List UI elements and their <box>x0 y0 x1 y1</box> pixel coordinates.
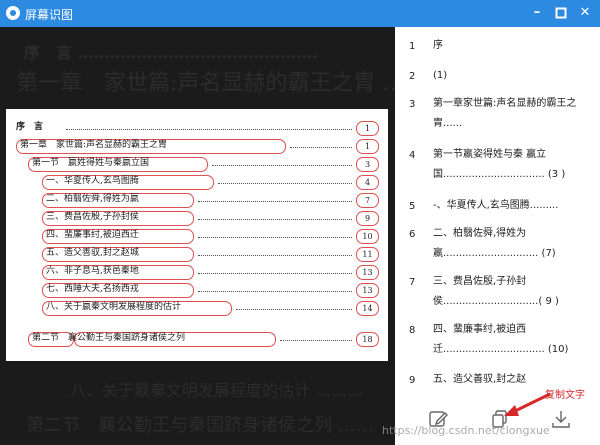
doc-row: 三、费昌佐殷,子孙封侯 9 <box>6 210 388 227</box>
result-number: 6 <box>409 229 416 240</box>
row-page: 7 <box>356 193 379 208</box>
doc-row: 八、关于嬴秦文明发展程度的估计 14 <box>6 300 388 317</box>
row-label: 三、费昌佐殷,子孙封侯 <box>46 212 139 222</box>
result-text: 第一章家世篇:声名显赫的霸王之胄...... <box>433 98 577 129</box>
row-page: 4 <box>356 175 379 190</box>
leader-dots <box>66 129 352 130</box>
result-number: 4 <box>409 150 416 161</box>
doc-row: 七、西陲大夫,名扬西戎 13 <box>6 282 388 299</box>
result-text: 二、柏翳佐舜,得姓为嬴.............................… <box>433 228 556 259</box>
bg-text-preface: 序 言 ……………………………………… <box>24 43 318 62</box>
result-text: 序 <box>433 40 443 51</box>
row-label: 一、华夏传人,玄鸟图腾 <box>46 176 139 186</box>
result-number: 3 <box>409 99 416 110</box>
row-page: 1 <box>356 139 379 154</box>
result-number: 1 <box>409 41 416 52</box>
leader-dots <box>236 309 352 310</box>
row-label: 六、非子息马,获邑秦地 <box>46 266 139 276</box>
row-label: 七、西陲大夫,名扬西戎 <box>46 284 139 294</box>
doc-row: 第一节 嬴姓得姓与秦嬴立国 3 <box>6 156 388 173</box>
doc-row: 一、华夏传人,玄鸟图腾 4 <box>6 174 388 191</box>
row-label: 五、造父善驭,封之赵城 <box>46 248 139 258</box>
row-label: 第一节 嬴姓得姓与秦嬴立国 <box>32 158 150 168</box>
result-text: -、华夏传人,玄鸟图腾......... <box>433 200 559 211</box>
window-title: 屏幕识图 <box>25 8 74 22</box>
row-page: 13 <box>356 265 379 280</box>
result-number: 7 <box>409 277 416 288</box>
leader-dots <box>198 201 352 202</box>
leader-dots <box>198 255 352 256</box>
doc-row: 五、造父善驭,封之赵城 11 <box>6 246 388 263</box>
result-text: 四、蜚廉事纣,被迫西迁.............................… <box>433 324 569 355</box>
minimize-icon[interactable]: – <box>527 3 547 23</box>
doc-row: 第二节 襄公勤王与秦国跻身诸侯之列 18 <box>6 331 388 348</box>
row-page: 13 <box>356 283 379 298</box>
leader-dots <box>290 147 352 148</box>
annotation-arrow-icon <box>504 392 551 416</box>
row-page: 3 <box>356 157 379 172</box>
doc-row: 二、柏翳佐舜,得姓为嬴 7 <box>6 192 388 209</box>
result-number: 2 <box>409 71 416 82</box>
result-panel: 1 序 2 (1) 3 第一章家世篇:声名显赫的霸王之胄...... 4 第一节… <box>395 27 600 445</box>
row-label: 二、柏翳佐舜,得姓为嬴 <box>46 194 139 204</box>
leader-dots <box>198 273 352 274</box>
result-number: 5 <box>409 201 416 212</box>
watermark: https://blog.csdn.net/clongxue <box>382 424 550 437</box>
doc-row: 六、非子息马,获邑秦地 13 <box>6 264 388 281</box>
app-logo-icon <box>6 6 20 20</box>
row-page: 1 <box>356 121 379 136</box>
maximize-icon[interactable] <box>551 3 571 23</box>
result-text: 第一节嬴姿得姓与秦 赢立国...........................… <box>433 149 566 180</box>
row-label: 四、蜚廉事纣,被迫西迁 <box>46 230 139 240</box>
leader-dots <box>198 237 352 238</box>
row-page: 10 <box>356 229 379 244</box>
row-label: 第二节 襄公勤王与秦国跻身诸侯之列 <box>32 333 186 343</box>
image-preview: 序 言 ……………………………………… 第一章 家世篇:声名显赫的霸王之胄 ……… <box>0 27 395 445</box>
result-text: 三、费昌佐殷,子孙封侯.............................… <box>433 276 559 307</box>
row-page: 14 <box>356 301 379 316</box>
result-text: (1) <box>433 70 448 81</box>
row-label: 八、关于嬴秦文明发展程度的估计 <box>46 302 182 312</box>
leader-dots <box>218 183 352 184</box>
leader-dots <box>198 291 352 292</box>
row-label: 第一章 家世篇:声名显赫的霸王之胄 <box>20 140 168 150</box>
row-page: 18 <box>356 332 379 347</box>
bg-text-line8: 八、关于嬴秦文明发展程度的估计 ……… <box>70 381 364 400</box>
leader-dots <box>212 165 352 166</box>
row-page: 9 <box>356 211 379 226</box>
title-bar: 屏幕识图 – ✕ <box>0 0 600 27</box>
leader-dots <box>198 219 352 220</box>
doc-row: 第一章 家世篇:声名显赫的霸王之胄 1 <box>6 138 388 155</box>
row-label: 序 言 <box>16 122 44 132</box>
bg-text-section2: 第二节 襄公勤王与秦国跻身诸侯之列 …… <box>26 415 374 436</box>
row-page: 11 <box>356 247 379 262</box>
bg-text-chapter: 第一章 家世篇:声名显赫的霸王之胄 …… <box>16 71 395 96</box>
selected-screenshot: 序 言 1 第一章 家世篇:声名显赫的霸王之胄 1 第一节 嬴姓得姓与秦嬴立国 … <box>6 109 388 361</box>
doc-row: 四、蜚廉事纣,被迫西迁 10 <box>6 228 388 245</box>
leader-dots <box>280 340 352 341</box>
result-number: 9 <box>409 375 416 386</box>
result-number: 8 <box>409 325 416 336</box>
doc-row: 序 言 1 <box>6 120 388 137</box>
close-icon[interactable]: ✕ <box>575 3 595 23</box>
